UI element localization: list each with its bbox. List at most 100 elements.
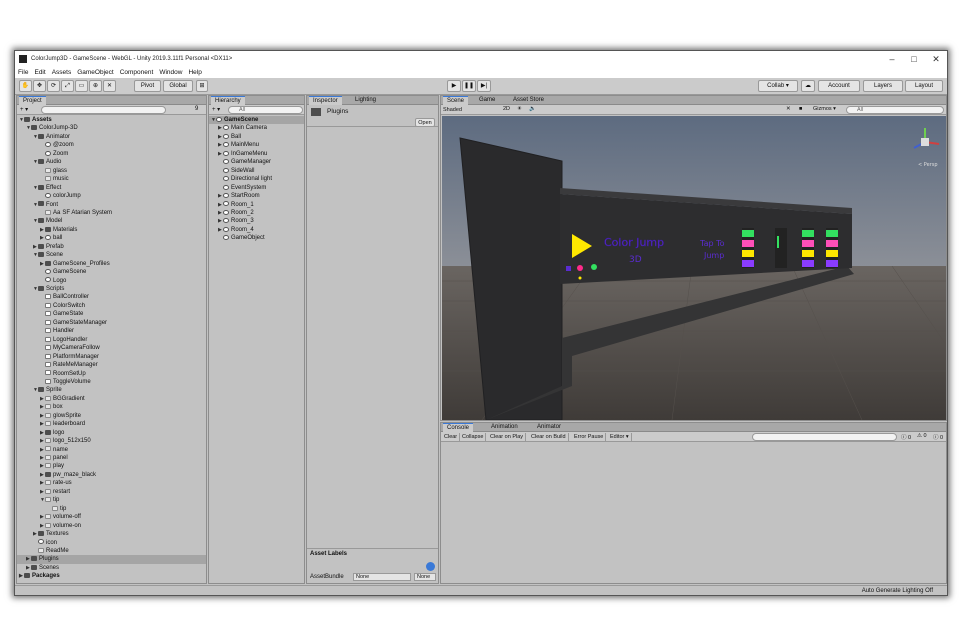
project-item[interactable]: ToggleVolume bbox=[17, 378, 206, 386]
tab-animator[interactable]: Animator bbox=[533, 423, 565, 432]
project-item[interactable]: RoomSetUp bbox=[17, 370, 206, 378]
tab-asset-store[interactable]: Asset Store bbox=[509, 96, 548, 105]
menu-help[interactable]: Help bbox=[188, 69, 201, 76]
project-search-input[interactable] bbox=[41, 106, 166, 114]
tab-scene[interactable]: Scene bbox=[443, 96, 469, 105]
project-item[interactable]: Zoom bbox=[17, 150, 206, 158]
persp-label[interactable]: < Persp bbox=[918, 162, 938, 168]
clear-on-play-button[interactable]: Clear on Play bbox=[488, 433, 527, 441]
transform-tool-icon[interactable]: ⊕ bbox=[89, 80, 102, 92]
project-item[interactable]: ▶ glowSprite bbox=[17, 412, 206, 420]
project-item[interactable]: ▶ logo bbox=[17, 429, 206, 437]
project-item[interactable]: glass bbox=[17, 167, 206, 175]
project-item[interactable]: ▶ name bbox=[17, 446, 206, 454]
project-item[interactable]: ▶ volume-off bbox=[17, 513, 206, 521]
hierarchy-item[interactable]: ▶ Main Camera bbox=[209, 124, 304, 132]
cloud-icon[interactable]: ☁ bbox=[801, 80, 815, 92]
lighting-toggle-icon[interactable]: ☀ bbox=[517, 106, 522, 112]
minimize-button[interactable]: – bbox=[881, 51, 903, 67]
hierarchy-item[interactable]: ▶ Room_1 bbox=[209, 201, 304, 209]
hierarchy-item[interactable]: Directional light bbox=[209, 175, 304, 183]
project-item[interactable]: ▶ pw_maze_black bbox=[17, 471, 206, 479]
scene-viewport[interactable]: Color Jump 3D Tap To Jump < Persp bbox=[442, 116, 946, 420]
tab-game[interactable]: Game bbox=[475, 96, 499, 105]
hierarchy-item[interactable]: ▶ Room_4 bbox=[209, 226, 304, 234]
close-button[interactable]: ✕ bbox=[925, 51, 947, 67]
hierarchy-item[interactable]: ▶ InGameMenu bbox=[209, 150, 304, 158]
hierarchy-item[interactable]: ▶ Room_2 bbox=[209, 209, 304, 217]
project-item[interactable]: ▼ Assets bbox=[17, 116, 206, 124]
menu-component[interactable]: Component bbox=[120, 69, 154, 76]
tab-lighting[interactable]: Lighting bbox=[351, 96, 380, 105]
menu-gameobject[interactable]: GameObject bbox=[77, 69, 114, 76]
project-item[interactable]: LogoHandler bbox=[17, 336, 206, 344]
pause-button[interactable]: ❚❚ bbox=[462, 80, 476, 92]
project-item[interactable]: ▼ ColorJump-3D bbox=[17, 124, 206, 132]
asset-bundle-variant-dropdown[interactable]: None bbox=[414, 573, 436, 581]
clear-on-build-button[interactable]: Clear on Build bbox=[529, 433, 569, 441]
scale-tool-icon[interactable]: ⤢ bbox=[61, 80, 74, 92]
move-tool-icon[interactable]: ✥ bbox=[33, 80, 46, 92]
hand-tool-icon[interactable]: ✋ bbox=[19, 80, 32, 92]
tab-hierarchy[interactable]: Hierarchy bbox=[211, 96, 245, 105]
error-pause-button[interactable]: Error Pause bbox=[572, 433, 607, 441]
hierarchy-add-button[interactable]: + ▾ bbox=[212, 106, 220, 113]
project-item[interactable]: ▼ Scene bbox=[17, 251, 206, 259]
project-item[interactable]: ▶ Materials bbox=[17, 226, 206, 234]
project-item[interactable]: MyCameraFollow bbox=[17, 344, 206, 352]
project-item[interactable]: ▼ Sprite bbox=[17, 386, 206, 394]
shading-dropdown[interactable]: Shaded bbox=[443, 106, 499, 114]
tab-project[interactable]: Project bbox=[19, 96, 46, 105]
project-item[interactable]: @zoom bbox=[17, 141, 206, 149]
tab-inspector[interactable]: Inspector bbox=[309, 96, 342, 105]
project-item[interactable]: PlatformManager bbox=[17, 353, 206, 361]
tools-icon[interactable]: ✕ bbox=[786, 106, 791, 112]
menu-file[interactable]: File bbox=[18, 69, 28, 76]
tab-animation[interactable]: Animation bbox=[487, 423, 522, 432]
project-item[interactable]: ▶ volume-on bbox=[17, 522, 206, 530]
project-item[interactable]: ReadMe bbox=[17, 547, 206, 555]
project-item[interactable]: ColorSwitch bbox=[17, 302, 206, 310]
project-add-button[interactable]: + ▾ bbox=[20, 106, 28, 113]
project-item[interactable]: ▶ Packages bbox=[17, 572, 206, 580]
rect-tool-icon[interactable]: ▭ bbox=[75, 80, 88, 92]
account-dropdown[interactable]: Account bbox=[818, 80, 860, 92]
project-item[interactable]: ▶ Scenes bbox=[17, 564, 206, 572]
project-item[interactable]: ▼ Audio bbox=[17, 158, 206, 166]
project-item[interactable]: Logo bbox=[17, 277, 206, 285]
project-item[interactable]: ▼ Animator bbox=[17, 133, 206, 141]
project-item[interactable]: ▼ Effect bbox=[17, 184, 206, 192]
clear-button[interactable]: Clear bbox=[442, 433, 461, 441]
project-item[interactable]: ▶ Prefab bbox=[17, 243, 206, 251]
custom-tool-icon[interactable]: ✕ bbox=[103, 80, 116, 92]
2d-toggle[interactable]: 2D bbox=[503, 106, 510, 112]
play-button[interactable]: ▶ bbox=[447, 80, 461, 92]
hierarchy-search-input[interactable]: All bbox=[228, 106, 303, 114]
project-item[interactable]: ▶ GameScene_Profiles bbox=[17, 260, 206, 268]
menu-window[interactable]: Window bbox=[159, 69, 182, 76]
project-item[interactable]: RateMeManager bbox=[17, 361, 206, 369]
project-item[interactable]: ▶ restart bbox=[17, 488, 206, 496]
hierarchy-item[interactable]: GameObject bbox=[209, 234, 304, 242]
scene-search-input[interactable]: All bbox=[846, 106, 944, 114]
project-item[interactable]: ▼ Model bbox=[17, 217, 206, 225]
label-icon[interactable] bbox=[426, 562, 435, 571]
hierarchy-item[interactable]: ▶ Room_3 bbox=[209, 217, 304, 225]
project-item[interactable]: ▶ ball bbox=[17, 234, 206, 242]
project-item[interactable]: GameStateManager bbox=[17, 319, 206, 327]
project-item[interactable]: ▶ play bbox=[17, 462, 206, 470]
editor-dropdown[interactable]: Editor ▾ bbox=[608, 433, 632, 441]
project-item[interactable]: ▶ Plugins bbox=[17, 555, 206, 564]
hierarchy-item[interactable]: EventSystem bbox=[209, 184, 304, 192]
project-item[interactable]: ▶ rate-us bbox=[17, 479, 206, 487]
project-item[interactable]: GameScene bbox=[17, 268, 206, 276]
project-item[interactable]: Handler bbox=[17, 327, 206, 335]
console-search-input[interactable] bbox=[752, 433, 897, 441]
snap-icon[interactable]: ⊞ bbox=[196, 80, 208, 92]
collapse-button[interactable]: Collapse bbox=[460, 433, 487, 441]
asset-bundle-dropdown[interactable]: None bbox=[353, 573, 411, 581]
project-item[interactable]: tip bbox=[17, 505, 206, 513]
project-item[interactable]: ▶ logo_512x150 bbox=[17, 437, 206, 445]
tab-console[interactable]: Console bbox=[443, 423, 474, 432]
collab-button[interactable]: Collab ▾ bbox=[758, 80, 798, 92]
